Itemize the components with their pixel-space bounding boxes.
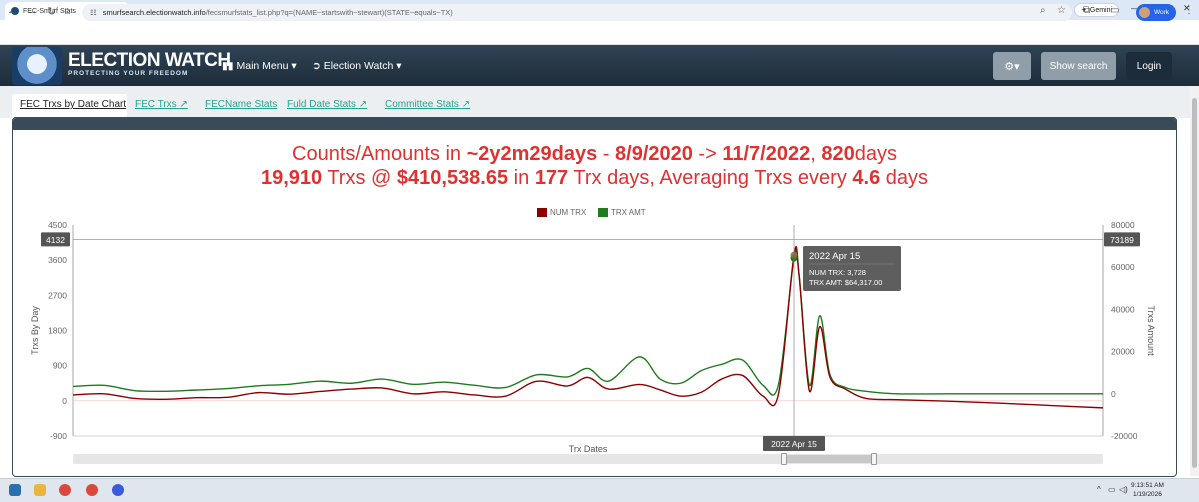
y-tick-label: 3600 xyxy=(48,255,67,265)
tooltip-date: 2022 Apr 15 xyxy=(809,251,860,262)
tooltip-trx-amt: TRX AMT: $64,317.00 xyxy=(809,278,882,287)
x-axis-title: Trx Dates xyxy=(569,444,608,454)
y-tick-label: 900 xyxy=(53,361,67,371)
crosshair-x-label: 2022 Apr 15 xyxy=(771,439,817,449)
range-handle-right[interactable] xyxy=(871,453,877,465)
y2-tick-label: 80000 xyxy=(1111,220,1135,230)
y2-axis-title: Trxs Amount xyxy=(1146,305,1156,356)
app-icon[interactable] xyxy=(112,484,124,496)
start-icon[interactable] xyxy=(9,484,21,496)
range-selection[interactable] xyxy=(783,455,874,463)
network-icon[interactable]: ▭ xyxy=(1108,485,1116,494)
y2-tick-label: 60000 xyxy=(1111,262,1135,272)
y2-tick-label: 0 xyxy=(1111,389,1116,399)
series-line-trx-amt xyxy=(72,249,1103,396)
clock-time: 9:13:51 AM xyxy=(1131,482,1164,489)
page-scrollbar-thumb[interactable] xyxy=(1192,98,1197,468)
crosshair-y2-label: 73189 xyxy=(1110,235,1134,245)
y2-tick-label: 40000 xyxy=(1111,304,1135,314)
system-clock[interactable]: 9:13:51 AM 1/19/2026 xyxy=(1131,481,1164,499)
range-handle-left[interactable] xyxy=(781,453,787,465)
y2-tick-label: 20000 xyxy=(1111,347,1135,357)
chrome-icon[interactable] xyxy=(59,484,71,496)
tray-chevron-icon[interactable]: ^ xyxy=(1097,485,1101,494)
tooltip-num-trx: NUM TRX: 3,728 xyxy=(809,268,866,277)
y-tick-label: -900 xyxy=(50,431,67,441)
y-axis-title: Trxs By Day xyxy=(30,306,40,355)
y-tick-label: 2700 xyxy=(48,290,67,300)
file-explorer-icon[interactable] xyxy=(34,484,46,496)
y-tick-label: 1800 xyxy=(48,326,67,336)
volume-icon[interactable]: ◁) xyxy=(1119,485,1128,494)
data-point-num-trx xyxy=(790,251,798,259)
os-taskbar xyxy=(0,478,1199,502)
series-line-num-trx xyxy=(72,246,1104,409)
y-tick-label: 4500 xyxy=(48,220,67,230)
crosshair-y-label: 4132 xyxy=(46,235,65,245)
chrome-icon[interactable] xyxy=(86,484,98,496)
range-scrollbar[interactable] xyxy=(73,454,1103,464)
chart-canvas[interactable]: 4500 3600 2700 1800 900 0 -900 80000 60000 40000 2… xyxy=(0,0,1199,502)
clock-date: 1/19/2026 xyxy=(1132,491,1162,498)
y2-tick-label: -20000 xyxy=(1111,431,1138,441)
y-tick-label: 0 xyxy=(62,396,67,406)
